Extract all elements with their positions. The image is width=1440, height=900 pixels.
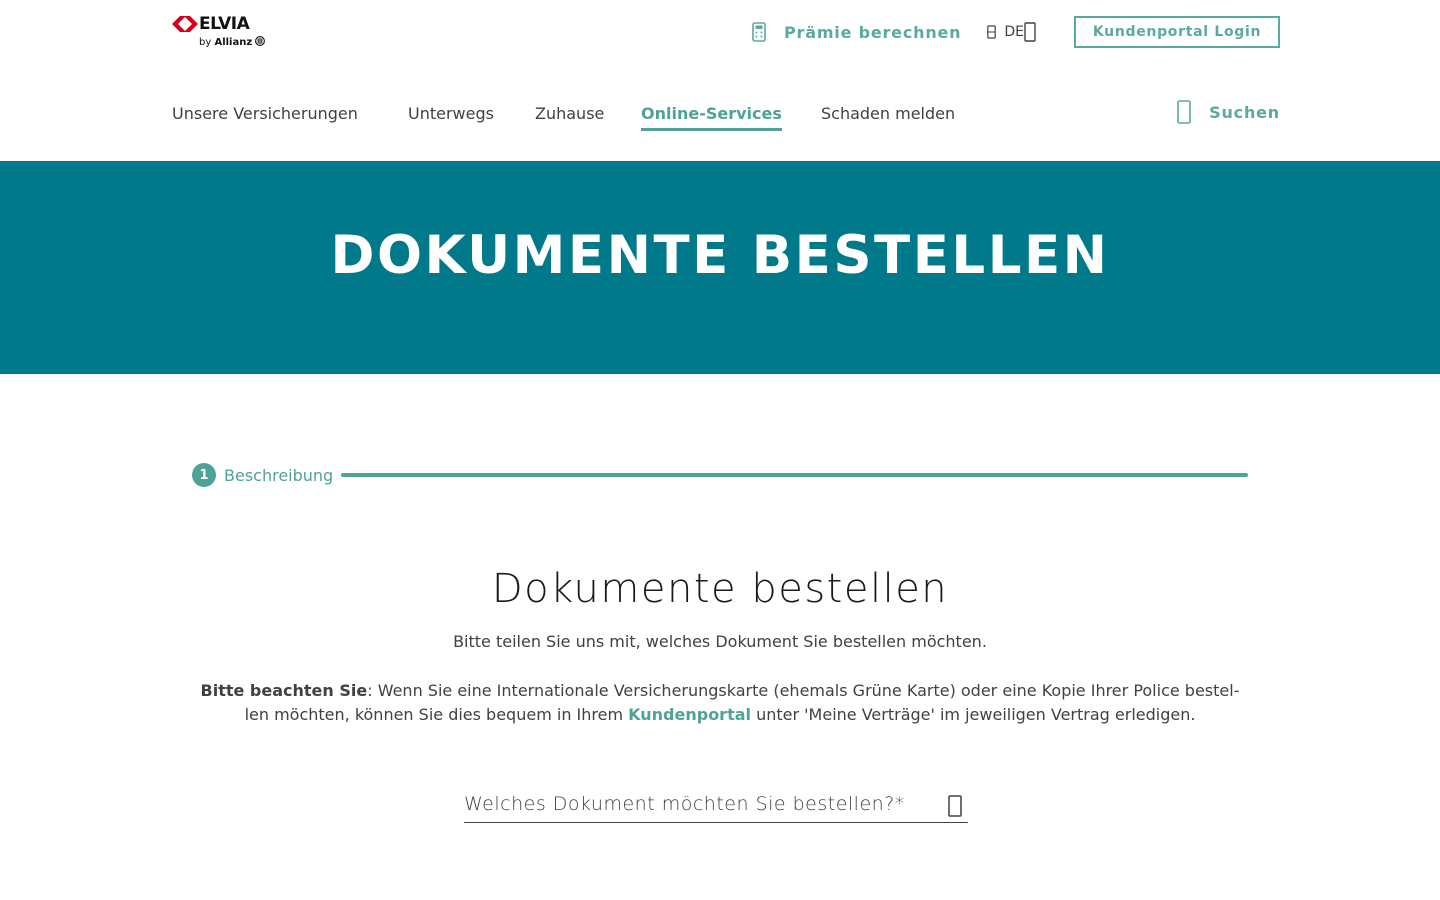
- notice-text: Bitte beachten Sie: Wenn Sie eine Intern…: [200, 681, 1240, 724]
- language-code: DE: [1004, 24, 1024, 40]
- premium-label: Prämie berechnen: [784, 22, 962, 42]
- document-select-label: Welches Dokument möchten Sie bestellen?*: [464, 793, 905, 815]
- notice-bold: Bitte beachten Sie: [200, 681, 368, 700]
- form-title: Dokumente bestellen: [491, 566, 949, 612]
- step-label: Beschreibung: [224, 465, 334, 485]
- page-title: DOKUMENTE BESTELLEN: [330, 225, 1110, 286]
- search-icon: [1177, 100, 1191, 124]
- chevron-down-icon: [1024, 22, 1036, 42]
- globe-icon: [987, 25, 997, 39]
- chevron-down-icon: [948, 795, 962, 817]
- nav-item-home[interactable]: Zuhause: [535, 104, 641, 132]
- search-button[interactable]: Suchen: [1177, 100, 1280, 124]
- customer-portal-login-button[interactable]: Kundenportal Login: [1074, 16, 1280, 48]
- site-header: ELVIA by Allianz Prämie berechnen DE Kun…: [0, 0, 1440, 161]
- nav-item-insurances[interactable]: Unsere Versicherungen: [172, 104, 408, 132]
- language-selector[interactable]: DE: [987, 22, 1036, 42]
- elvia-logo[interactable]: ELVIA by Allianz: [172, 14, 272, 50]
- nav-item-report-damage[interactable]: Schaden melden: [821, 104, 955, 132]
- brand-byline: by Allianz: [199, 36, 266, 48]
- nav-item-online-services[interactable]: Online-Services: [641, 104, 782, 132]
- hero-banner: DOKUMENTE BESTELLEN: [0, 161, 1440, 374]
- document-type-select[interactable]: Welches Dokument möchten Sie bestellen?*: [464, 788, 968, 823]
- nav-item-travel[interactable]: Unterwegs: [408, 104, 535, 132]
- form-intro: Bitte teilen Sie uns mit, welches Dokume…: [453, 632, 987, 651]
- customer-portal-link[interactable]: Kundenportal: [628, 705, 751, 724]
- brand-name: ELVIA: [199, 14, 250, 34]
- calculator-icon: [752, 22, 766, 42]
- search-label: Suchen: [1209, 102, 1280, 122]
- premium-calculator-link[interactable]: Prämie berechnen: [752, 22, 961, 42]
- main-navigation: Unsere Versicherungen Unterwegs Zuhause …: [172, 104, 955, 132]
- step-number: 1: [192, 463, 216, 487]
- top-actions: Prämie berechnen DE Kundenportal Login: [752, 16, 1280, 48]
- allianz-icon: [255, 36, 266, 46]
- swiss-cross-logo-icon: [172, 16, 198, 32]
- progress-stepper: 1 Beschreibung: [192, 463, 1248, 487]
- step-progress-line: [341, 473, 1248, 477]
